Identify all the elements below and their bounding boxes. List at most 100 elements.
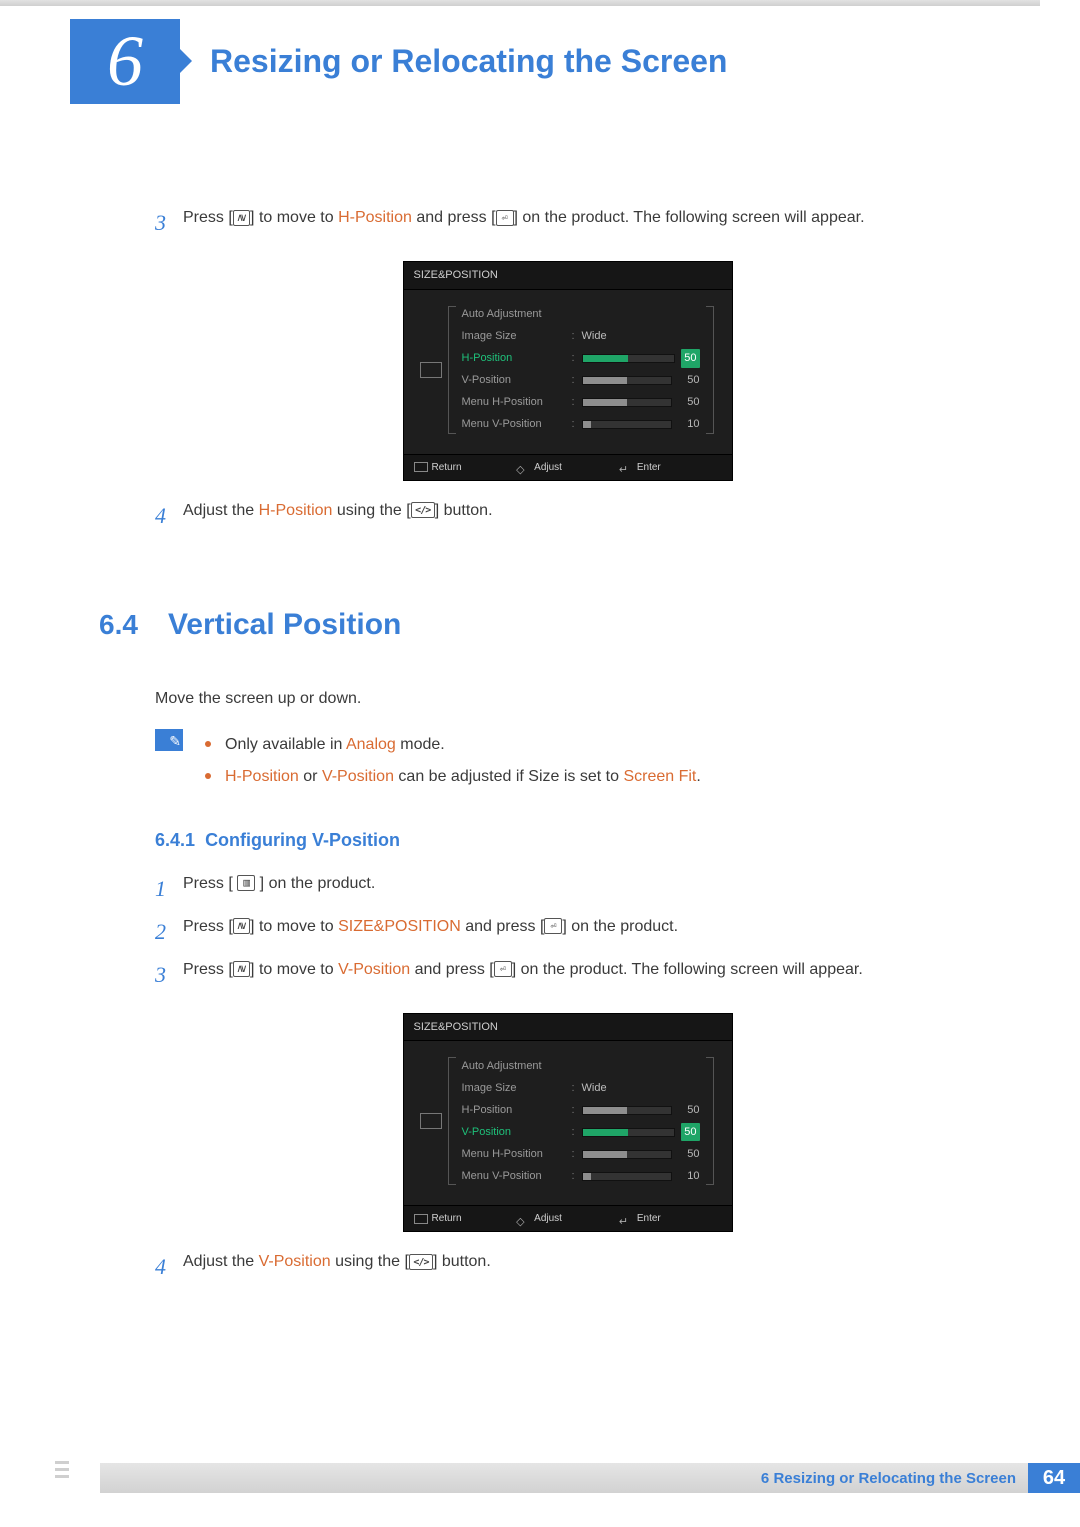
- text: ] to move to: [250, 918, 338, 935]
- page-footer: 6 Resizing or Relocating the Screen 64: [0, 1463, 1080, 1493]
- osd-value-number: 50: [678, 1102, 700, 1119]
- step-4: 4 Adjust the H-Position using the [] but…: [155, 499, 980, 532]
- enter-icon: [619, 1214, 633, 1224]
- osd-row-label: Image Size: [462, 328, 572, 345]
- menu-key-icon: [237, 875, 255, 891]
- osd-adjust-label: Adjust: [534, 460, 562, 475]
- return-icon: [414, 1214, 428, 1224]
- text: ] to move to: [250, 961, 338, 978]
- step-1: 1 Press [ ] on the product.: [155, 872, 980, 905]
- step-number: 4: [155, 499, 183, 532]
- osd-colon: :: [572, 1168, 582, 1185]
- osd-category-icon: [414, 304, 448, 436]
- osd-enter-label: Enter: [637, 460, 661, 475]
- bullet-icon: [205, 773, 211, 779]
- enter-key-icon: [496, 210, 514, 226]
- highlight-h-position: H-Position: [338, 209, 412, 226]
- step-2: 2 Press [] to move to SIZE&POSITION and …: [155, 915, 980, 948]
- footer-decorative-marks: [55, 1461, 69, 1482]
- osd-value-number: 50: [678, 394, 700, 411]
- step-3: 3 Press [] to move to H-Position and pre…: [155, 206, 980, 239]
- text: can be adjusted if Size is set to: [394, 768, 623, 785]
- enter-key-icon: [544, 918, 562, 934]
- osd-value-number: 50: [681, 1123, 699, 1142]
- osd-bracket: [448, 1057, 456, 1185]
- footer-chapter-ref: 6 Resizing or Relocating the Screen: [761, 1470, 1016, 1487]
- osd-bracket: [448, 306, 456, 434]
- footer-bar: 6 Resizing or Relocating the Screen 64: [100, 1463, 1080, 1493]
- osd-row-value: Wide: [582, 328, 700, 345]
- step-text: Press [] to move to H-Position and press…: [183, 206, 980, 230]
- text: .: [696, 768, 700, 785]
- step-number: 3: [155, 958, 183, 991]
- subsection-heading: 6.4.1 Configuring V-Position: [155, 827, 980, 854]
- subsection-title: Configuring V-Position: [205, 830, 400, 850]
- osd-row-label: Menu H-Position: [462, 394, 572, 411]
- updown-key-icon: [233, 961, 250, 977]
- osd-bracket: [706, 306, 714, 434]
- osd-slider-bar: [582, 376, 672, 385]
- osd-screenshot-v-position: SIZE&POSITION Auto AdjustmentImage Size:…: [155, 1013, 980, 1233]
- osd-colon: :: [572, 1124, 582, 1141]
- highlight-size-position: SIZE&POSITION: [338, 918, 461, 935]
- osd-row-label: Image Size: [462, 1080, 572, 1097]
- text: Press [: [183, 961, 233, 978]
- osd-return-label: Return: [432, 1211, 462, 1226]
- text: ] to move to: [250, 209, 338, 226]
- osd-title: SIZE&POSITION: [404, 262, 732, 290]
- step-4b: 4 Adjust the V-Position using the [] but…: [155, 1250, 980, 1283]
- osd-panel: SIZE&POSITION Auto AdjustmentImage Size:…: [403, 1013, 733, 1233]
- osd-slider-bar: [582, 1150, 672, 1159]
- osd-colon: :: [572, 328, 582, 345]
- page-header: 6 Resizing or Relocating the Screen: [0, 16, 1080, 106]
- osd-row-value: 50: [582, 1123, 700, 1142]
- osd-title: SIZE&POSITION: [404, 1014, 732, 1042]
- text: Adjust the: [183, 1253, 259, 1270]
- osd-row-value: Wide: [582, 1080, 700, 1097]
- page-number: 64: [1028, 1463, 1080, 1493]
- bullet-icon: [205, 741, 211, 747]
- osd-row: Menu V-Position: 10: [462, 1165, 700, 1187]
- osd-colon: :: [572, 416, 582, 433]
- text: and press [: [412, 209, 496, 226]
- text: mode.: [396, 736, 445, 753]
- osd-row: V-Position:50: [462, 370, 700, 392]
- note-block: Only available in Analog mode. H-Positio…: [155, 729, 980, 797]
- osd-value-number: 10: [678, 1168, 700, 1185]
- note-icon: [155, 729, 183, 751]
- highlight-analog: Analog: [346, 736, 396, 753]
- step-text: Adjust the V-Position using the [] butto…: [183, 1250, 980, 1274]
- step-number: 2: [155, 915, 183, 948]
- highlight-v-position: V-Position: [322, 768, 394, 785]
- osd-rows: Auto AdjustmentImage Size:WideH-Position…: [456, 1055, 706, 1187]
- osd-row-label: Auto Adjustment: [462, 306, 572, 323]
- highlight-h-position: H-Position: [259, 502, 333, 519]
- section-intro: Move the screen up or down.: [155, 687, 980, 711]
- note-item: H-Position or V-Position can be adjusted…: [201, 765, 980, 789]
- osd-colon: :: [572, 394, 582, 411]
- section-number: 6.4: [99, 604, 138, 646]
- osd-row-value: 10: [582, 1168, 700, 1185]
- updown-key-icon: [233, 918, 250, 934]
- osd-row: V-Position: 50: [462, 1121, 700, 1143]
- adjust-icon: [516, 462, 530, 472]
- osd-row-value: 50: [582, 349, 700, 368]
- section-heading: 6.4 Vertical Position: [155, 602, 980, 647]
- osd-value-number: 10: [678, 416, 700, 433]
- osd-row-label: Menu V-Position: [462, 1168, 572, 1185]
- osd-colon: :: [572, 1146, 582, 1163]
- osd-slider-bar: [582, 354, 676, 363]
- osd-row-label: V-Position: [462, 1124, 572, 1141]
- osd-row-label: V-Position: [462, 372, 572, 389]
- osd-row: Menu H-Position:50: [462, 1143, 700, 1165]
- subsection-number: 6.4.1: [155, 830, 195, 850]
- text: ] on the product.: [562, 918, 678, 935]
- osd-rows: Auto AdjustmentImage Size:WideH-Position…: [456, 304, 706, 436]
- step-3b: 3 Press [] to move to V-Position and pre…: [155, 958, 980, 991]
- osd-slider-bar: [582, 1128, 676, 1137]
- osd-row-label: Menu H-Position: [462, 1146, 572, 1163]
- osd-row-label: Menu V-Position: [462, 416, 572, 433]
- osd-row-label: H-Position: [462, 350, 572, 367]
- note-item: Only available in Analog mode.: [201, 733, 980, 757]
- osd-slider-bar: [582, 1106, 672, 1115]
